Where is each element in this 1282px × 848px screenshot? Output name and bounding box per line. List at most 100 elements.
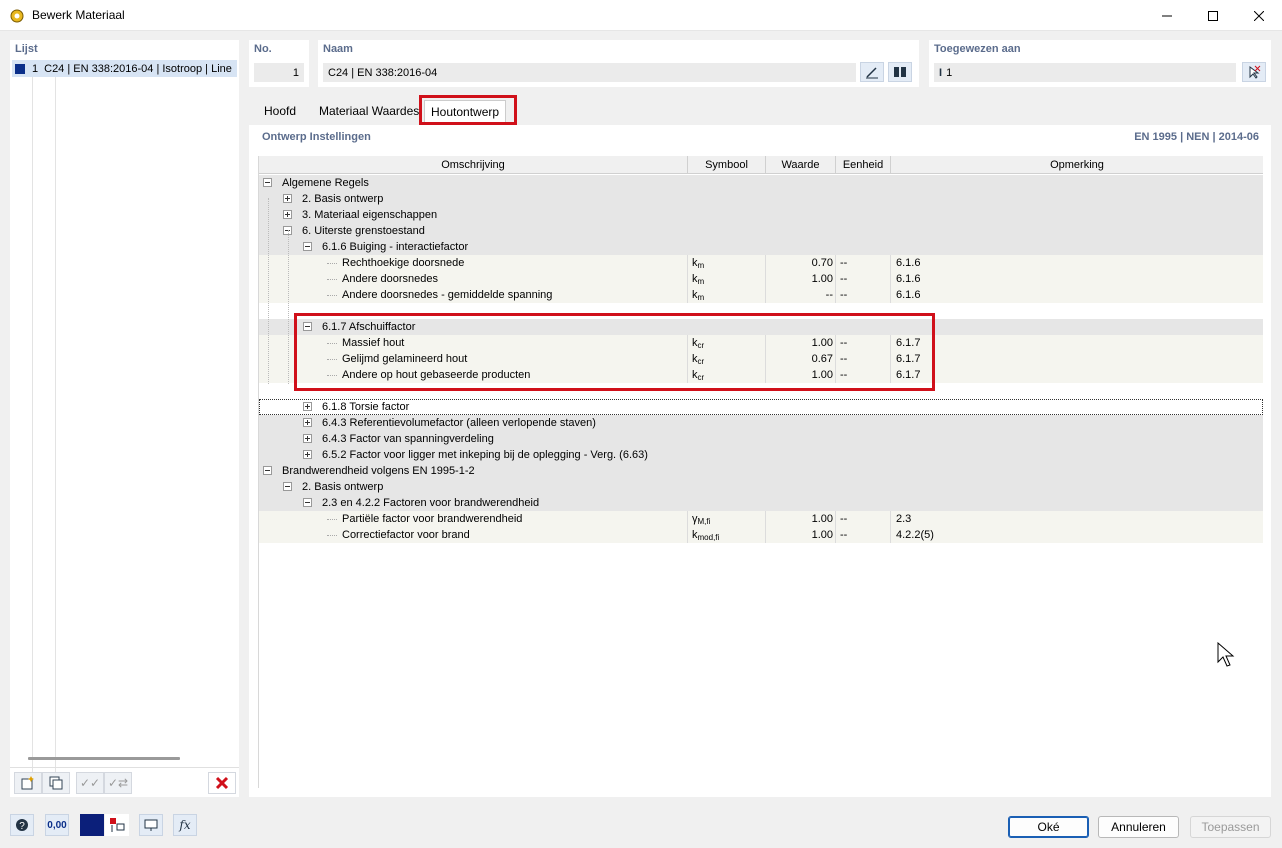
tree-group-row[interactable]: 2.3 en 4.2.2 Factoren voor brandwerendhe… bbox=[259, 495, 1263, 511]
row-label: 3. Materiaal eigenschappen bbox=[302, 209, 438, 221]
list-item[interactable]: 1 C24 | EN 338:2016-04 | Isotroop | Line bbox=[12, 60, 237, 77]
symbol-subscript: m bbox=[697, 261, 705, 270]
spacer-row bbox=[259, 303, 1263, 319]
title-bar: Bewerk Materiaal bbox=[0, 0, 1282, 31]
tree-group-row[interactable]: Brandwerendheid volgens EN 1995-1-2 bbox=[259, 463, 1263, 479]
row-label: Andere op hout gebaseerde producten bbox=[342, 369, 531, 381]
table-row[interactable]: Correctiefactor voor brand kmod,fi 1.00 -- 4… bbox=[259, 527, 1263, 543]
table-row[interactable]: Rechthoekige doorsnede km 0.70 -- 6.1.6 bbox=[259, 255, 1263, 271]
row-value[interactable]: 1.00 bbox=[766, 527, 833, 543]
check-button[interactable]: ✓✓ bbox=[76, 772, 104, 794]
edit-icon bbox=[866, 67, 878, 79]
row-unit: -- bbox=[840, 289, 848, 301]
expand-icon[interactable] bbox=[283, 210, 292, 219]
row-value[interactable]: 1.00 bbox=[766, 335, 833, 351]
list-title: Lijst bbox=[15, 43, 38, 55]
table-row[interactable]: Gelijmd gelamineerd hout kcr 0.67 -- 6.1.7 bbox=[259, 351, 1263, 367]
expand-icon[interactable] bbox=[303, 434, 312, 443]
help-icon: ? bbox=[16, 819, 28, 832]
collapse-icon[interactable] bbox=[303, 498, 312, 507]
horizontal-scrollbar[interactable] bbox=[28, 757, 180, 760]
uncheck-button[interactable]: ✓⇄ bbox=[104, 772, 132, 794]
color-button[interactable] bbox=[80, 814, 104, 836]
assigned-field[interactable]: I 1 bbox=[934, 63, 1236, 82]
minimize-button[interactable] bbox=[1144, 0, 1190, 31]
row-value[interactable]: 1.00 bbox=[766, 511, 833, 527]
library-button[interactable] bbox=[888, 62, 912, 82]
tree-group-row[interactable]: Algemene Regels bbox=[259, 175, 1263, 191]
close-button[interactable] bbox=[1236, 0, 1282, 31]
display-properties-button[interactable] bbox=[105, 814, 129, 836]
cell-divider bbox=[835, 271, 836, 287]
edit-name-button[interactable] bbox=[860, 62, 884, 82]
symbol-subscript: m bbox=[697, 293, 705, 302]
col-opmerking[interactable]: Opmerking bbox=[891, 156, 1263, 174]
table-row[interactable]: Andere doorsnedes km 1.00 -- 6.1.6 bbox=[259, 271, 1263, 287]
view-button[interactable] bbox=[139, 814, 163, 836]
row-unit: -- bbox=[840, 273, 848, 285]
tree-group-row[interactable]: 6.1.8 Torsie factor bbox=[259, 399, 1263, 415]
table-row[interactable]: Partiële factor voor brandwerendheid γM,f… bbox=[259, 511, 1263, 527]
collapse-icon[interactable] bbox=[263, 178, 272, 187]
tree-group-row[interactable]: 6. Uiterste grenstoestand bbox=[259, 223, 1263, 239]
grid-header: Omschrijving Symbool Waarde Eenheid Opme… bbox=[259, 156, 1263, 174]
row-label: Partiële factor voor brandwerendheid bbox=[342, 513, 523, 525]
tab-houtontwerp[interactable]: Houtontwerp bbox=[424, 100, 507, 124]
no-field[interactable]: 1 bbox=[254, 63, 304, 82]
tree-connector bbox=[327, 343, 337, 344]
tree-group-row[interactable]: 6.4.3 Referentievolumefactor (alleen ver… bbox=[259, 415, 1263, 431]
tree-connector bbox=[327, 279, 337, 280]
row-label: 6. Uiterste grenstoestand bbox=[302, 225, 425, 237]
decimals-button[interactable]: 0,00 bbox=[45, 814, 69, 836]
table-row[interactable]: Massief hout kcr 1.00 -- 6.1.7 bbox=[259, 335, 1263, 351]
row-value[interactable]: -- bbox=[766, 287, 833, 303]
expand-icon[interactable] bbox=[303, 418, 312, 427]
maximize-button[interactable] bbox=[1190, 0, 1236, 31]
tree-group-row[interactable]: 6.1.7 Afschuiffactor bbox=[259, 319, 1263, 335]
row-value[interactable]: 1.00 bbox=[766, 271, 833, 287]
tree-group-row[interactable]: 6.5.2 Factor voor ligger met inkeping bi… bbox=[259, 447, 1263, 463]
naam-field[interactable]: C24 | EN 338:2016-04 bbox=[323, 63, 856, 82]
col-waarde[interactable]: Waarde bbox=[766, 156, 836, 174]
expand-icon[interactable] bbox=[303, 402, 312, 411]
table-row[interactable]: Andere doorsnedes - gemiddelde spanning k… bbox=[259, 287, 1263, 303]
tree-group-row[interactable]: 2. Basis ontwerp bbox=[259, 479, 1263, 495]
standard-label: EN 1995 | NEN | 2014-06 bbox=[1134, 131, 1259, 143]
tree-connector bbox=[327, 359, 337, 360]
tab-hoofd[interactable]: Hoofd bbox=[258, 100, 302, 124]
table-row[interactable]: Andere op hout gebaseerde producten kcr 1.… bbox=[259, 367, 1263, 383]
row-label: Algemene Regels bbox=[282, 177, 369, 189]
ok-button[interactable]: Oké bbox=[1008, 816, 1089, 838]
row-value[interactable]: 0.67 bbox=[766, 351, 833, 367]
cell-divider bbox=[890, 255, 891, 271]
copy-material-button[interactable] bbox=[42, 772, 70, 794]
col-symbool[interactable]: Symbool bbox=[688, 156, 766, 174]
row-unit: -- bbox=[840, 529, 848, 541]
app-icon bbox=[10, 9, 24, 23]
expand-icon[interactable] bbox=[303, 450, 312, 459]
cancel-button[interactable]: Annuleren bbox=[1098, 816, 1179, 838]
tab-materiaal-waardes[interactable]: Materiaal Waardes bbox=[313, 100, 425, 124]
tree-group-row[interactable]: 3. Materiaal eigenschappen bbox=[259, 207, 1263, 223]
tree-group-row[interactable]: 6.1.6 Buiging - interactiefactor bbox=[259, 239, 1263, 255]
collapse-icon[interactable] bbox=[303, 322, 312, 331]
apply-button[interactable]: Toepassen bbox=[1190, 816, 1271, 838]
formula-button[interactable]: fx bbox=[173, 814, 197, 836]
new-material-button[interactable] bbox=[14, 772, 42, 794]
row-value[interactable]: 1.00 bbox=[766, 367, 833, 383]
col-omschrijving[interactable]: Omschrijving bbox=[259, 156, 688, 174]
cell-divider bbox=[687, 335, 688, 351]
tree-group-row[interactable]: 2. Basis ontwerp bbox=[259, 191, 1263, 207]
row-value[interactable]: 0.70 bbox=[766, 255, 833, 271]
col-eenheid[interactable]: Eenheid bbox=[836, 156, 891, 174]
collapse-icon[interactable] bbox=[303, 242, 312, 251]
cell-divider bbox=[687, 367, 688, 383]
tree-group-row[interactable]: 6.4.3 Factor van spanningverdeling bbox=[259, 431, 1263, 447]
collapse-icon[interactable] bbox=[263, 466, 272, 475]
list-item-label: C24 | EN 338:2016-04 | Isotroop | Line bbox=[44, 62, 232, 75]
assign-pick-button[interactable] bbox=[1242, 62, 1266, 82]
collapse-icon[interactable] bbox=[283, 482, 292, 491]
delete-button[interactable] bbox=[208, 772, 236, 794]
help-button[interactable]: ? bbox=[10, 814, 34, 836]
expand-icon[interactable] bbox=[283, 194, 292, 203]
